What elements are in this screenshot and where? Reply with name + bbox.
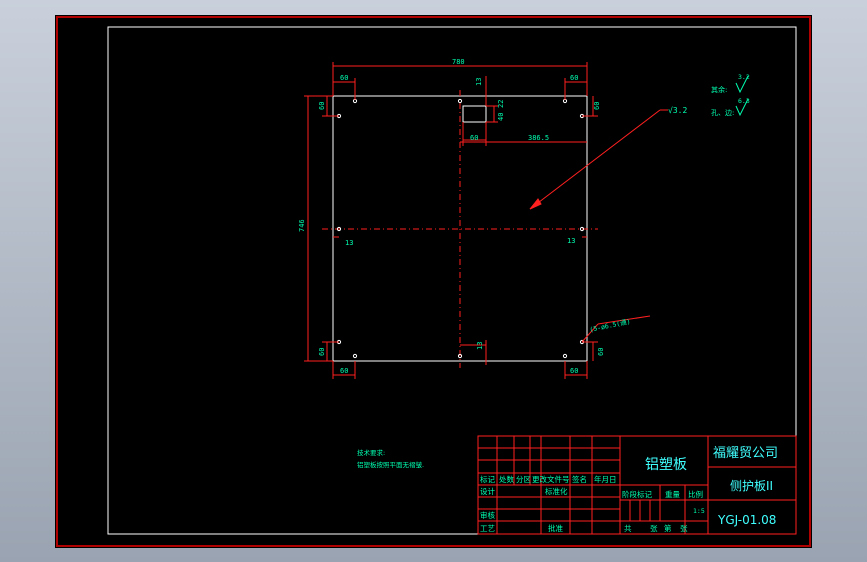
label-sheet-2: 张 [680,524,688,533]
label-weight: 重量 [665,490,680,499]
label-process: 工艺 [480,524,495,533]
cad-drawing-canvas: 780 60 60 746 60 60 13 60 22 40 386.5 13… [55,15,812,548]
roughness-value-2: 6.3 [738,97,750,105]
dim-overall-width: 780 [452,58,465,66]
dim-left-top-offset: 60 [340,74,348,82]
notes-title: 技术要求: [357,448,385,457]
dim-overall-height: 746 [298,219,306,232]
scale-value: 1:5 [693,507,705,515]
header-signature: 签名 [572,474,587,484]
dim-right-bottom-vertical: 60 [597,348,605,356]
header-change-doc: 更改文件号 [532,474,570,484]
dim-notch-width: 60 [470,134,478,142]
part-name: 铝塑板 [645,457,687,473]
header-date: 年月日 [594,474,617,484]
dim-left-bottom-offset: 60 [340,367,348,375]
label-standardization: 标准化 [545,486,568,496]
dim-left-top-vertical: 60 [318,102,326,110]
drawing-number: YGJ-01.08 [717,513,776,527]
label-design: 设计 [480,486,495,496]
dim-right-bottom-offset: 60 [570,367,578,375]
header-mark: 标记 [480,474,495,484]
drawing-background [55,15,812,548]
label-review: 审核 [480,510,495,520]
roughness-callout: √3.2 [668,106,687,115]
label-approve: 批准 [548,523,563,533]
label-stage-mark: 阶段标记 [622,489,652,499]
header-count: 处数 [499,474,514,484]
dim-notch-top-gap: 13 [475,78,483,86]
dim-mid-left: 13 [345,239,353,247]
header-zone: 分区 [516,475,531,484]
dim-right-top-offset: 60 [570,74,578,82]
dim-notch-height: 40 [497,113,505,121]
label-sheet-total: 共 [624,524,632,533]
dim-notch-small: 22 [497,100,505,108]
roughness-label-2: 孔、边: [711,108,734,117]
label-scale: 比例 [688,489,703,499]
label-sheet: 张 [650,524,658,533]
dim-center-distance: 386.5 [528,134,549,142]
label-sheet-num: 第 [664,523,672,533]
company-name: 福耀贸公司 [713,446,778,461]
dim-mid-right: 13 [567,237,575,245]
notes-line-1: 铝塑板按照平面无褶皱. [357,460,424,469]
dim-bottom-center: 13 [476,342,484,350]
drawing-title: 侧护板II [730,479,773,493]
roughness-label-1: 其余: [711,85,727,94]
dim-right-top-vertical: 60 [593,102,601,110]
dim-left-bottom-vertical: 60 [318,348,326,356]
